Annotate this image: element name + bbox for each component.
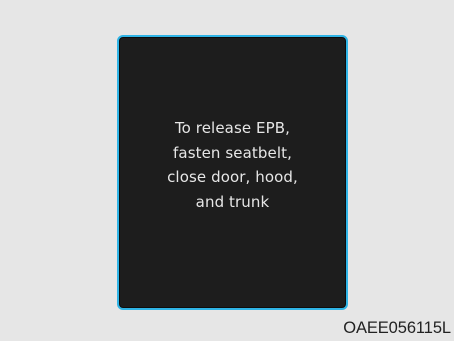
figure-code: OAEE056115L [343,319,451,337]
message-line-3: close door, hood, [167,168,298,186]
message-line-4: and trunk [195,192,270,211]
epb-release-message: To release EPB, fasten seatbelt, close d… [119,116,346,214]
message-line-1: To release EPB, [174,119,291,137]
illustration-page: To release EPB, fasten seatbelt, close d… [0,0,454,341]
cluster-display-panel: To release EPB, fasten seatbelt, close d… [117,35,348,310]
message-line-2: fasten seatbelt, [173,143,292,162]
